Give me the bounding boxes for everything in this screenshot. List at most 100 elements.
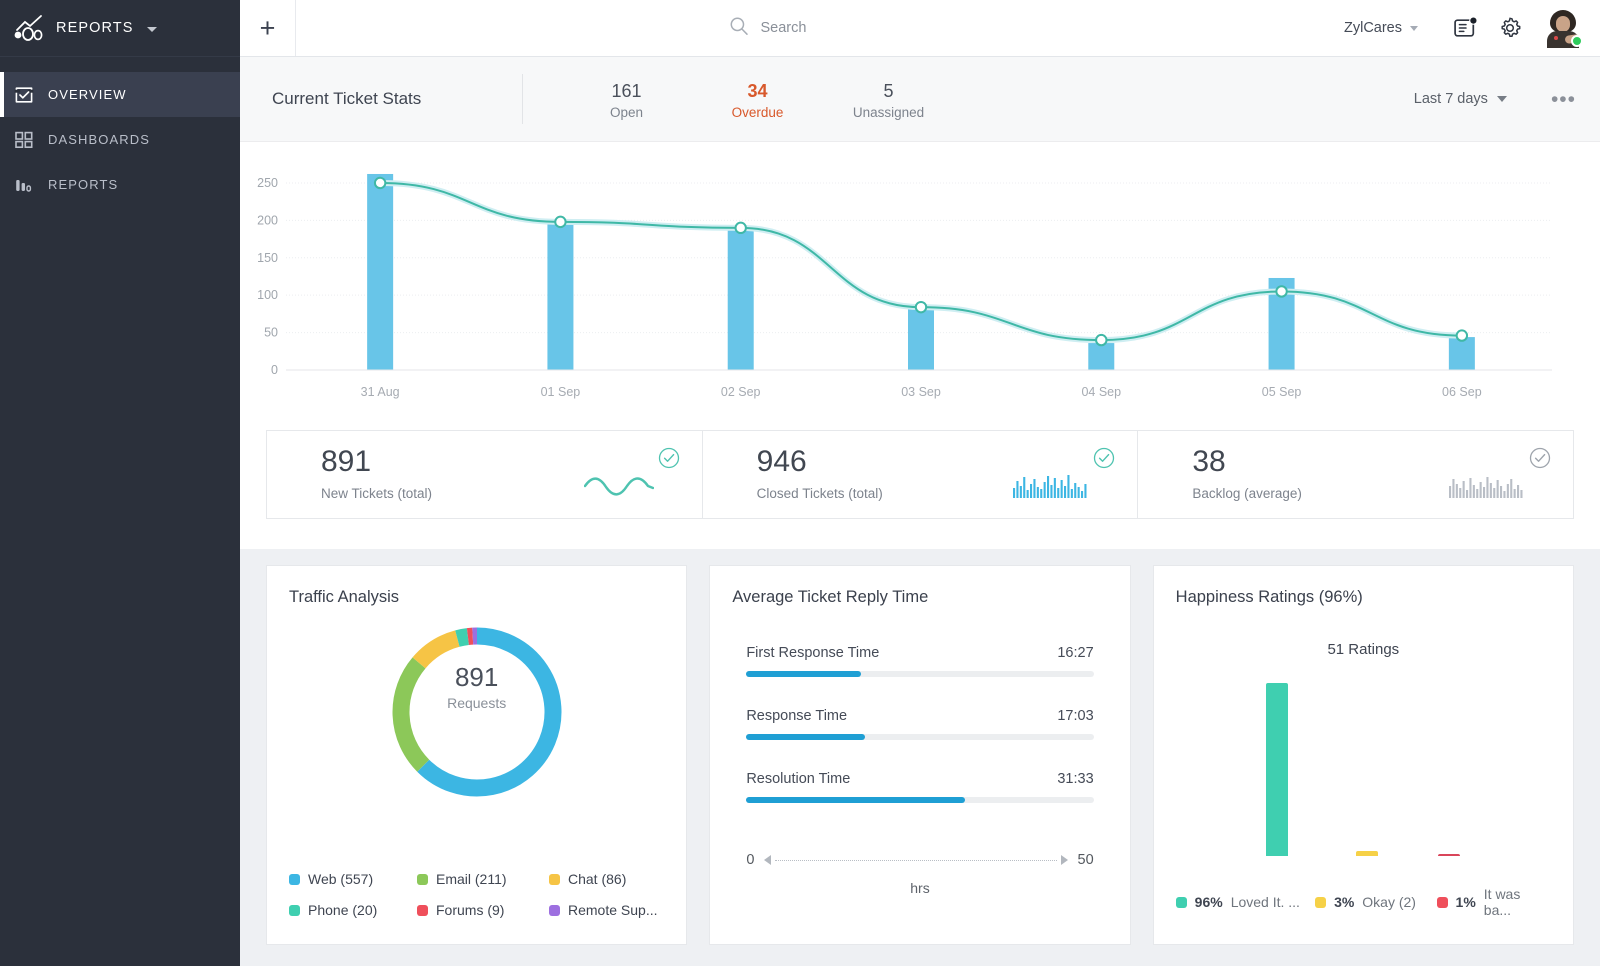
stat-open[interactable]: 161 Open — [561, 78, 692, 119]
reply-time-label: Response Time — [746, 708, 847, 724]
content-scroll[interactable]: Current Ticket Stats 161 Open 34 Overdue… — [240, 57, 1600, 966]
reply-time-label: Resolution Time — [746, 771, 850, 787]
svg-text:02 Sep: 02 Sep — [721, 385, 761, 399]
lower-cards: Traffic Analysis 891 Requests Web (557) — [240, 549, 1600, 945]
legend-item[interactable]: Remote Sup... — [549, 902, 658, 918]
dashboards-icon — [14, 130, 42, 150]
kpi-value: 891 — [321, 446, 702, 478]
svg-text:01 Sep: 01 Sep — [541, 385, 581, 399]
overview-icon — [14, 85, 42, 105]
sparkline-wave — [584, 474, 654, 503]
legend-item[interactable]: Forums (9) — [417, 902, 549, 918]
avatar[interactable] — [1544, 9, 1582, 47]
gear-icon[interactable] — [1488, 8, 1532, 48]
arrow-left-icon — [764, 855, 771, 865]
svg-text:03 Sep: 03 Sep — [901, 385, 941, 399]
legend-label: Loved It. ... — [1231, 894, 1300, 910]
stat-value: 5 — [823, 78, 954, 104]
legend-swatch — [1315, 897, 1326, 908]
progress-fill — [746, 734, 864, 740]
sidebar-item-overview[interactable]: OVERVIEW — [0, 72, 240, 117]
reply-time-row[interactable]: Response Time 17:03 — [746, 708, 1093, 740]
happiness-bar-chart — [1176, 676, 1551, 856]
legend-percent: 96% — [1195, 894, 1223, 910]
legend-swatch — [289, 874, 300, 885]
happiness-legend: 96% Loved It. ... 3% Okay (2) 1% — [1176, 886, 1551, 918]
svg-text:50: 50 — [264, 326, 278, 340]
stat-unassigned[interactable]: 5 Unassigned — [823, 78, 954, 119]
progress-fill — [746, 671, 860, 677]
avg-reply-time-card: Average Ticket Reply Time First Response… — [709, 565, 1130, 945]
legend-item[interactable]: 3% Okay (2) — [1315, 886, 1436, 918]
card-title: Happiness Ratings (96%) — [1176, 588, 1551, 607]
stats-header: Current Ticket Stats 161 Open 34 Overdue… — [240, 57, 1600, 142]
reply-time-row[interactable]: Resolution Time 31:33 — [746, 771, 1093, 803]
happiness-ratings-card: Happiness Ratings (96%) 51 Ratings 96% L… — [1153, 565, 1574, 945]
reports-bar-icon — [14, 175, 42, 195]
legend-label: Chat (86) — [568, 871, 626, 887]
card-title: Traffic Analysis — [289, 588, 664, 607]
bar-loved[interactable] — [1266, 683, 1288, 856]
chevron-down-icon[interactable] — [147, 27, 157, 32]
sidebar: REPORTS OVERVIEW — [0, 0, 240, 966]
check-circle-icon — [1093, 447, 1115, 474]
page-title: Current Ticket Stats — [272, 89, 522, 109]
ticket-trend-chart: 05010015020025031 Aug01 Sep02 Sep03 Sep0… — [240, 142, 1600, 430]
arrow-right-icon — [1061, 855, 1068, 865]
more-options-button[interactable]: ••• — [1551, 89, 1576, 110]
donut-chart[interactable] — [289, 619, 664, 805]
card-title: Average Ticket Reply Time — [732, 588, 1107, 607]
bar-okay[interactable] — [1356, 851, 1378, 856]
legend-item[interactable]: Web (557) — [289, 871, 417, 887]
bar-bad[interactable] — [1438, 854, 1460, 856]
kpi-new-tickets[interactable]: 891 New Tickets (total) — [266, 430, 703, 519]
search-icon — [729, 16, 749, 41]
search-input[interactable] — [760, 20, 910, 36]
sidebar-item-label: OVERVIEW — [48, 87, 127, 102]
divider — [522, 74, 523, 124]
axis-max-label: 50 — [1078, 852, 1094, 868]
stat-label: Unassigned — [823, 105, 954, 120]
legend-label: Forums (9) — [436, 902, 504, 918]
sidebar-item-reports[interactable]: REPORTS — [0, 162, 240, 207]
svg-text:200: 200 — [257, 213, 278, 227]
reply-time-value: 16:27 — [1057, 645, 1093, 661]
legend-swatch — [1176, 897, 1187, 908]
kpi-closed-tickets[interactable]: 946 Closed Tickets (total) — [703, 430, 1139, 519]
stat-label: Open — [561, 105, 692, 120]
add-button[interactable]: + — [240, 0, 296, 56]
sidebar-item-dashboards[interactable]: DASHBOARDS — [0, 117, 240, 162]
legend-swatch — [417, 905, 428, 916]
svg-text:100: 100 — [257, 288, 278, 302]
chevron-down-icon[interactable] — [1410, 26, 1418, 31]
org-name[interactable]: ZylCares — [1344, 20, 1402, 36]
legend-item[interactable]: 96% Loved It. ... — [1176, 886, 1315, 918]
sidebar-item-label: REPORTS — [48, 177, 118, 192]
legend-swatch — [417, 874, 428, 885]
legend-item[interactable]: Chat (86) — [549, 871, 626, 887]
reply-time-row[interactable]: First Response Time 16:27 — [746, 645, 1093, 677]
legend-label: Phone (20) — [308, 902, 377, 918]
stat-value: 161 — [561, 78, 692, 104]
svg-text:0: 0 — [271, 363, 278, 377]
legend-label: Okay (2) — [1362, 894, 1416, 910]
svg-text:150: 150 — [257, 251, 278, 265]
sidebar-brand[interactable]: REPORTS — [0, 0, 240, 57]
legend-swatch — [1437, 897, 1448, 908]
legend-label: It was ba... — [1484, 886, 1551, 918]
stat-value: 34 — [692, 78, 823, 104]
check-circle-icon — [1529, 447, 1551, 474]
notifications-icon[interactable] — [1444, 8, 1488, 48]
stat-overdue[interactable]: 34 Overdue — [692, 78, 823, 119]
kpi-row: 891 New Tickets (total) — [240, 430, 1600, 549]
reply-time-axis: 0 50 hrs — [746, 852, 1093, 896]
status-badge — [1571, 35, 1583, 47]
overview-panel: Current Ticket Stats 161 Open 34 Overdue… — [240, 57, 1600, 549]
legend-item[interactable]: Phone (20) — [289, 902, 417, 918]
svg-text:04 Sep: 04 Sep — [1081, 385, 1121, 399]
legend-item[interactable]: 1% It was ba... — [1437, 886, 1551, 918]
kpi-backlog[interactable]: 38 Backlog (average) — [1138, 430, 1574, 519]
donut-legend: Web (557) Email (211) Chat (86) — [289, 871, 664, 918]
date-range-selector[interactable]: Last 7 days — [1414, 91, 1507, 107]
legend-item[interactable]: Email (211) — [417, 871, 549, 887]
